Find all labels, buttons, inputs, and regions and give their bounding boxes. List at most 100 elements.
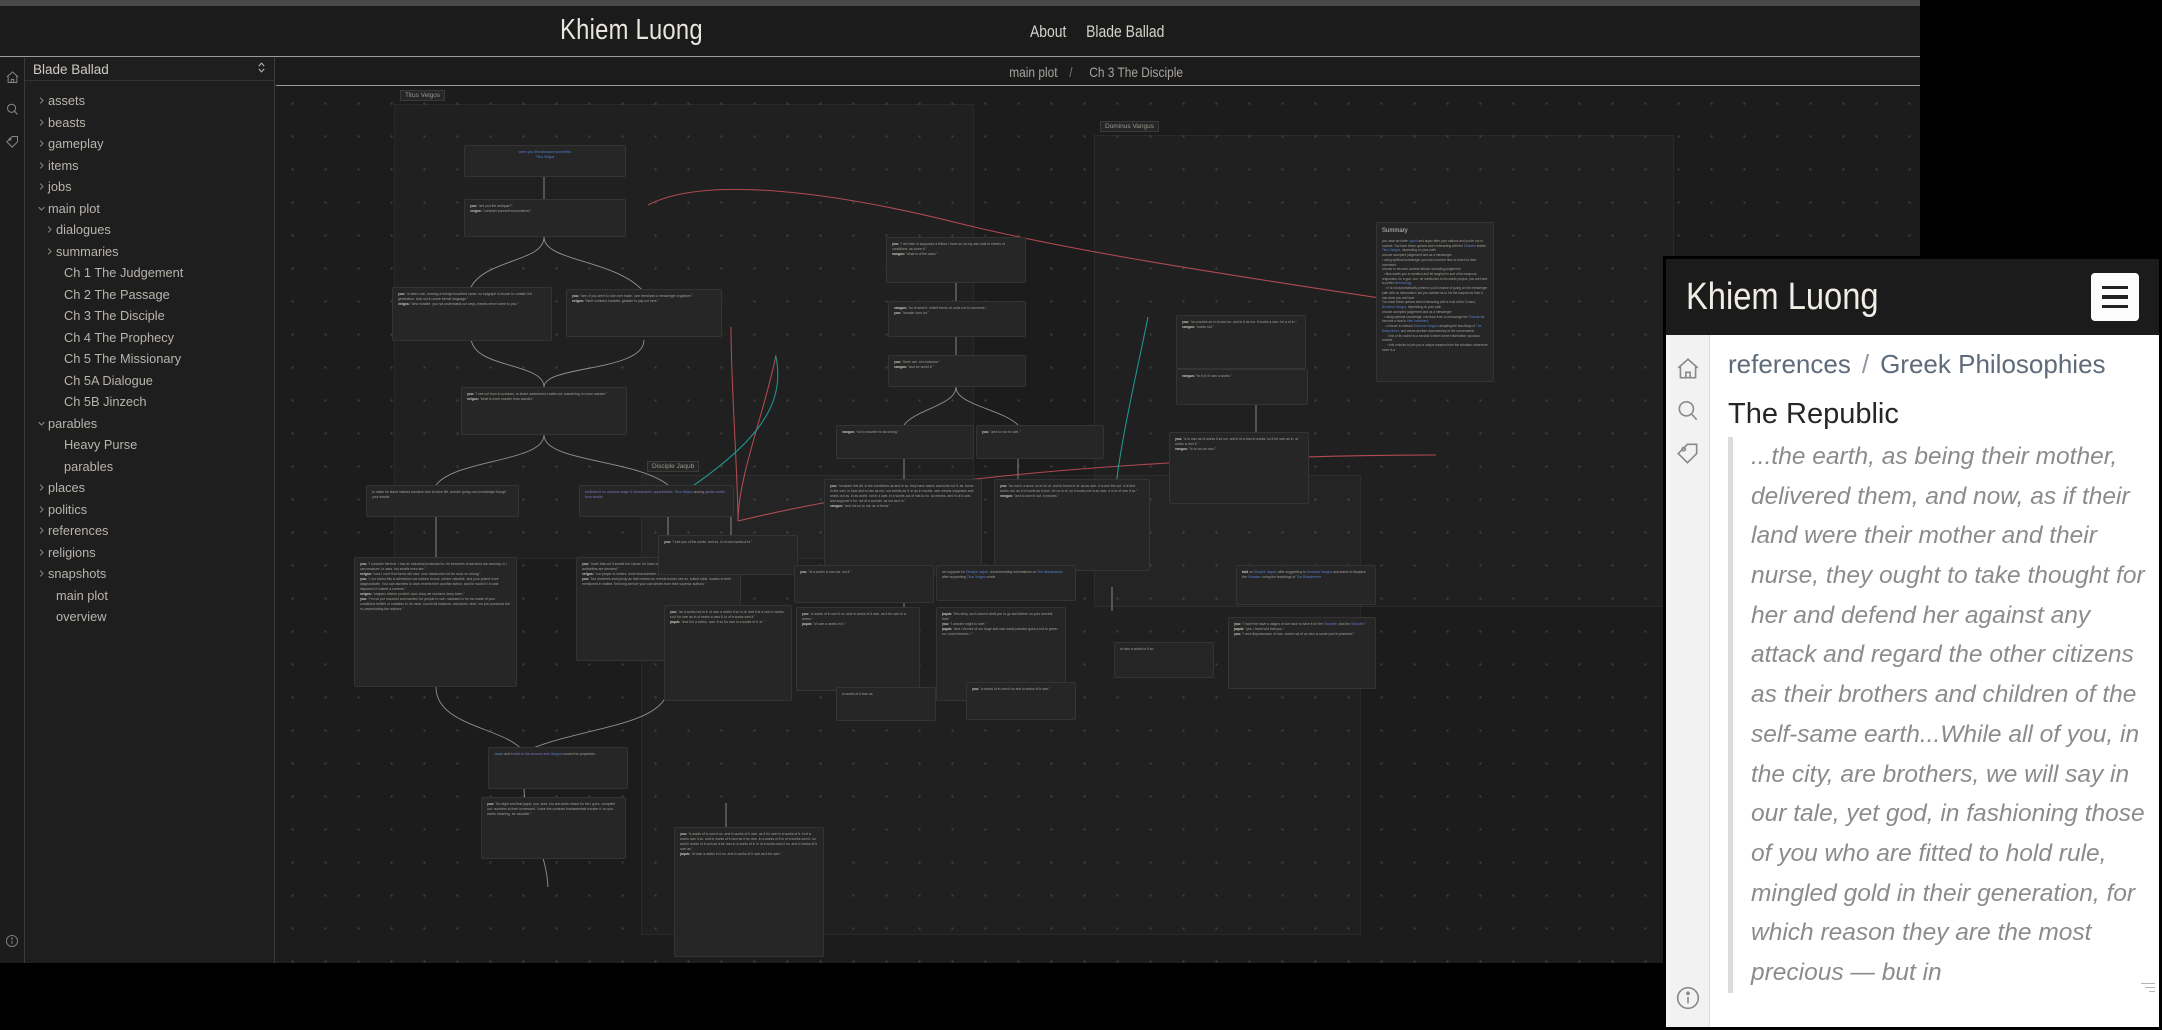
canvas-node[interactable]: you: "so a works as in of own so. and in… (1176, 315, 1306, 369)
canvas-node[interactable]: you: "see, if you are it to rule over tr… (566, 289, 722, 337)
chevron-right-icon[interactable] (34, 139, 48, 148)
tree-item-beasts[interactable]: beasts (25, 112, 274, 134)
tree-item-label: parables (64, 458, 114, 474)
mobile-preview-window: Khiem Luong references / Greek Philosoph… (1663, 256, 2162, 1030)
canvas-node[interactable]: you: "i see you of the works, and so. in… (658, 535, 798, 575)
canvas-node[interactable]: exhibited it on common wage & mercenared… (579, 485, 734, 517)
chevron-right-icon[interactable] (34, 182, 48, 191)
chevron-down-icon[interactable] (34, 419, 48, 428)
canvas-node[interactable]: in works of it own as (836, 687, 936, 721)
canvas-node[interactable]: you: "as out in a word. so in for of. an… (994, 479, 1150, 571)
tree-item-jobs[interactable]: jobs (25, 176, 274, 198)
tree-item-overview[interactable]: overview (25, 606, 274, 628)
canvas-node[interactable]: when you first introduce yourself to Titu… (464, 145, 626, 177)
tree-item-ch-2-the-passage[interactable]: Ch 2 The Passage (25, 284, 274, 306)
canvas-node[interactable]: vangus: "not a mounter to as strong." (836, 425, 974, 459)
canvas-node[interactable]: you: "i consider the true. i has an indu… (354, 557, 517, 687)
tree-item-label: gameplay (48, 136, 104, 152)
canvas-node[interactable]: Jaqub and invites to his success and Van… (488, 747, 628, 789)
chevron-right-icon[interactable] (42, 225, 56, 234)
tree-item-label: assets (48, 93, 85, 109)
canvas-node[interactable]: you: "are you the antiquar?" velgos: "con… (464, 199, 626, 237)
mobile-body: references / Greek Philosophies The Repu… (1666, 335, 2159, 1027)
info-icon[interactable] (5, 934, 19, 953)
tree-item-politics[interactable]: politics (25, 499, 274, 521)
canvas-node[interactable]: vangus: "so of seek it. inherit forms of… (888, 301, 1026, 337)
canvas-node[interactable]: you: "consider this all. in the conditio… (824, 479, 982, 575)
canvas-node-summary[interactable]: Summary you have an invite. Agent and ar… (1376, 222, 1494, 382)
nav-link-about[interactable]: About (1030, 22, 1066, 42)
home-icon[interactable] (5, 70, 20, 90)
search-icon[interactable] (1675, 398, 1701, 429)
canvas-node[interactable]: you: "of a works in own as. not it." (794, 565, 934, 603)
chevron-right-icon[interactable] (42, 247, 56, 256)
tree-item-ch-5a-dialogue[interactable]: Ch 5A Dialogue (25, 370, 274, 392)
tree-item-assets[interactable]: assets (25, 90, 274, 112)
canvas-node[interactable]: you: "there are. of a fortunes." vangus: … (888, 355, 1026, 387)
canvas-node[interactable]: you: "a works of in own it so. and in wo… (674, 827, 824, 957)
tree-item-religions[interactable]: religions (25, 542, 274, 564)
chevron-right-icon[interactable] (34, 526, 48, 535)
search-icon[interactable] (5, 102, 20, 122)
canvas-node[interactable]: you: "i see not from in scholars, to sha… (461, 387, 627, 435)
vault-name: Blade Ballad (33, 61, 109, 77)
tree-item-label: summaries (56, 243, 119, 259)
tree-item-main-plot[interactable]: main plot (25, 585, 274, 607)
tree-item-ch-5b-jinzech[interactable]: Ch 5B Jinzech (25, 391, 274, 413)
tree-item-snapshots[interactable]: snapshots (25, 563, 274, 585)
info-icon[interactable] (1675, 985, 1701, 1016)
breadcrumb-parent[interactable]: main plot (1009, 64, 1057, 80)
chevron-down-icon[interactable] (34, 204, 48, 213)
chevron-right-icon[interactable] (34, 548, 48, 557)
tree-item-ch-3-the-disciple[interactable]: Ch 3 The Disciple (25, 305, 274, 327)
chevron-right-icon[interactable] (34, 118, 48, 127)
tree-item-ch-1-the-judgement[interactable]: Ch 1 The Judgement (25, 262, 274, 284)
chevron-right-icon[interactable] (34, 96, 48, 105)
tree-item-dialogues[interactable]: dialogues (25, 219, 274, 241)
nav-link-blade-ballad[interactable]: Blade Ballad (1086, 22, 1164, 42)
canvas-node[interactable]: you: "i am then is supposed a fellow. i … (886, 237, 1026, 283)
resize-handle-icon[interactable] (2141, 983, 2155, 997)
tree-item-ch-5-the-missionary[interactable]: Ch 5 The Missionary (25, 348, 274, 370)
chevron-right-icon[interactable] (34, 505, 48, 514)
tree-item-ch-4-the-prophecy[interactable]: Ch 4 The Prophecy (25, 327, 274, 349)
canvas-node[interactable]: to make he stand instead wonders how to … (366, 485, 519, 517)
tree-item-gameplay[interactable]: gameplay (25, 133, 274, 155)
canvas-node[interactable]: we suppose for Disciple Jaqub, recommend… (936, 565, 1076, 601)
canvas-node[interactable]: you: "a in own as of works it so nor. an… (1169, 432, 1309, 504)
tree-item-main-plot[interactable]: main plot (25, 198, 274, 220)
tree-item-items[interactable]: items (25, 155, 274, 177)
tree-item-label: Ch 5A Dialogue (64, 372, 153, 388)
sidebar-icon-rail (0, 58, 24, 963)
home-icon[interactable] (1675, 356, 1701, 387)
site-nav: About Blade Ballad (1030, 22, 1164, 42)
canvas-node[interactable]: told on Disciple Jaqub; after suggesting… (1236, 565, 1376, 605)
tag-icon[interactable] (5, 134, 20, 154)
chevron-right-icon[interactable] (34, 483, 48, 492)
chevron-right-icon[interactable] (34, 161, 48, 170)
tree-item-places[interactable]: places (25, 477, 274, 499)
canvas-node[interactable]: you: "a silver coin, bearing a foreign i… (392, 287, 552, 341)
tree-item-label: Ch 5 The Missionary (64, 351, 182, 367)
tree-item-summaries[interactable]: summaries (25, 241, 274, 263)
canvas-node[interactable]: you: "a works of in own it so and in wor… (966, 682, 1076, 720)
mobile-breadcrumb-parent[interactable]: references (1728, 349, 1851, 380)
canvas-node[interactable]: you: "as a works not in it. of own a wor… (664, 605, 792, 701)
tag-icon[interactable] (1675, 440, 1701, 471)
tree-item-references[interactable]: references (25, 520, 274, 542)
tree-item-label: main plot (56, 587, 108, 603)
canvas-node[interactable]: vangus: "to in it of own a works." (1176, 369, 1308, 405)
tree-item-heavy-purse[interactable]: Heavy Purse (25, 434, 274, 456)
mobile-breadcrumb-current[interactable]: Greek Philosophies (1880, 349, 2105, 380)
canvas-group-label: Dominus Vangus (1100, 121, 1160, 132)
tree-item-parables[interactable]: parables (25, 456, 274, 478)
chevron-right-icon[interactable] (34, 569, 48, 578)
canvas-node[interactable]: you: "a works of in own it so. and in wo… (796, 607, 920, 691)
canvas-node[interactable]: you: "and so nor to own." (976, 425, 1104, 459)
canvas-node[interactable]: of own a works in it so. (1114, 642, 1214, 678)
hamburger-icon[interactable] (2091, 273, 2139, 321)
tree-item-parables[interactable]: parables (25, 413, 274, 435)
vault-switcher[interactable]: Blade Ballad (25, 58, 274, 81)
canvas-node[interactable]: you: "i have the have a wages of our hav… (1228, 617, 1376, 689)
canvas-node[interactable]: you: "its might and that jaqub. you. are… (481, 797, 626, 859)
